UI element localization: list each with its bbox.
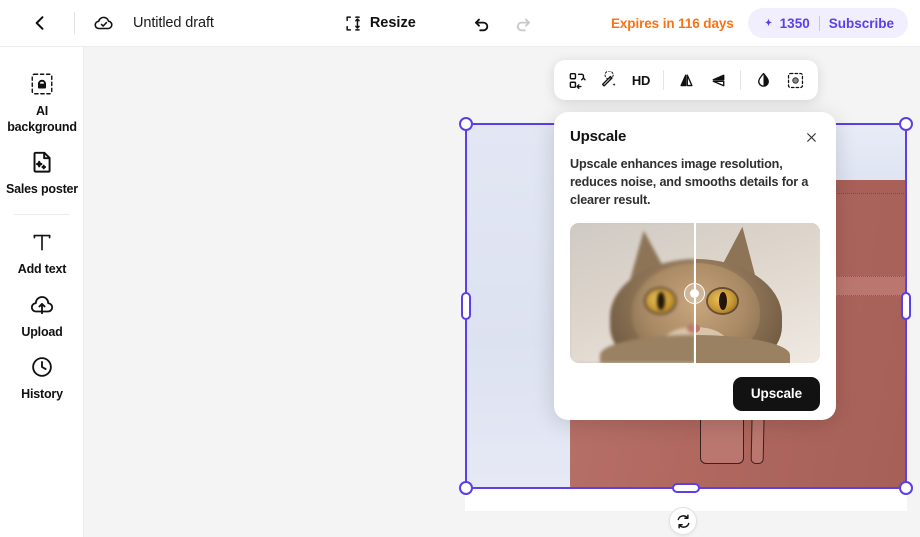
flip-horizontal-icon bbox=[679, 73, 693, 86]
credits-value: 1350 bbox=[779, 15, 810, 31]
popup-title: Upscale bbox=[570, 128, 627, 145]
sidebar-item-add-text[interactable]: Add text bbox=[0, 219, 84, 282]
sales-poster-icon bbox=[29, 147, 55, 177]
hd-upscale-button[interactable]: HD bbox=[626, 65, 656, 95]
sidebar-label-history: History bbox=[21, 387, 63, 402]
resize-button[interactable]: Resize bbox=[344, 14, 416, 33]
cloud-saved-button[interactable] bbox=[89, 8, 119, 38]
cat-pupil-right-after bbox=[719, 291, 727, 310]
upload-cloud-icon bbox=[29, 290, 55, 320]
cat-image-before bbox=[570, 222, 695, 363]
flip-horizontal-button[interactable] bbox=[671, 65, 701, 95]
credits-balance[interactable]: 1350 bbox=[762, 16, 810, 31]
sidebar-item-ai-background[interactable]: AI background bbox=[0, 61, 84, 139]
comparison-slider-knob bbox=[690, 288, 699, 298]
resize-icon bbox=[346, 15, 360, 31]
upscale-confirm-button[interactable]: Upscale bbox=[732, 376, 820, 411]
upscale-popup: Upscale Upscale enhances image resolutio… bbox=[554, 112, 836, 420]
flip-vertical-button[interactable] bbox=[703, 65, 733, 95]
resize-label: Resize bbox=[369, 15, 416, 31]
undo-button[interactable] bbox=[466, 6, 500, 40]
select-subject-icon bbox=[787, 72, 803, 88]
left-sidebar: AI background Sales poster Add text Uplo… bbox=[0, 47, 84, 537]
replace-object-button[interactable] bbox=[562, 65, 592, 95]
sidebar-label-upload: Upload bbox=[21, 324, 63, 339]
adjust-contrast-button[interactable] bbox=[748, 65, 778, 95]
app-header: Untitled draft Resize Expires in 116 day… bbox=[0, 0, 920, 47]
close-icon bbox=[806, 132, 816, 142]
credits-separator bbox=[818, 15, 820, 31]
cat-image-after bbox=[695, 222, 820, 363]
sparkle-icon bbox=[764, 17, 773, 27]
flip-vertical-icon bbox=[712, 74, 724, 86]
app-root: Untitled draft Resize Expires in 116 day… bbox=[0, 0, 920, 537]
rotate-icon bbox=[677, 514, 689, 528]
cat-pupil-left bbox=[657, 291, 665, 310]
contrast-droplet-icon bbox=[757, 72, 769, 87]
toolbar-divider-2 bbox=[740, 70, 741, 90]
sidebar-divider bbox=[13, 213, 70, 215]
retouch-button[interactable] bbox=[594, 65, 624, 95]
expiry-notice: Expires in 116 days bbox=[610, 15, 734, 31]
sidebar-label-ai-background: AI background bbox=[7, 104, 77, 134]
undo-icon bbox=[475, 18, 489, 31]
back-button[interactable] bbox=[20, 3, 60, 43]
clock-history-icon bbox=[29, 352, 55, 382]
popup-header: Upscale bbox=[570, 128, 820, 146]
preview-after-half bbox=[695, 222, 820, 363]
subscribe-button[interactable]: Subscribe bbox=[829, 16, 894, 31]
ai-background-icon bbox=[29, 69, 55, 99]
header-divider-1 bbox=[74, 12, 75, 34]
credits-pill: 1350 Subscribe bbox=[747, 8, 908, 38]
swap-objects-icon bbox=[569, 72, 586, 89]
popup-actions: Upscale bbox=[570, 376, 820, 411]
toolbar-divider-1 bbox=[663, 70, 664, 90]
select-subject-button[interactable] bbox=[780, 65, 810, 95]
upscale-preview-comparison[interactable] bbox=[570, 222, 820, 363]
text-icon bbox=[29, 227, 55, 257]
document-title[interactable]: Untitled draft bbox=[133, 15, 214, 31]
popup-description: Upscale enhances image resolution, reduc… bbox=[570, 157, 809, 207]
image-floating-toolbar: HD bbox=[554, 60, 818, 100]
popup-close-button[interactable] bbox=[802, 128, 820, 146]
chevron-left-icon bbox=[35, 16, 44, 30]
preview-before-half bbox=[570, 222, 695, 363]
sidebar-item-upload[interactable]: Upload bbox=[0, 282, 84, 345]
sidebar-item-sales-poster[interactable]: Sales poster bbox=[0, 139, 84, 202]
redo-button[interactable] bbox=[506, 6, 540, 40]
redo-icon bbox=[517, 18, 531, 31]
comparison-slider-handle[interactable] bbox=[684, 282, 705, 304]
magic-wand-icon bbox=[601, 70, 616, 87]
cat-eye-right-after bbox=[708, 288, 737, 313]
cat-eye-left bbox=[646, 288, 675, 313]
sidebar-label-add-text: Add text bbox=[17, 261, 67, 276]
sidebar-label-sales-poster: Sales poster bbox=[6, 182, 78, 197]
rotate-button[interactable] bbox=[669, 507, 697, 535]
sidebar-item-history[interactable]: History bbox=[0, 344, 84, 407]
cloud-saved-icon bbox=[94, 16, 113, 30]
